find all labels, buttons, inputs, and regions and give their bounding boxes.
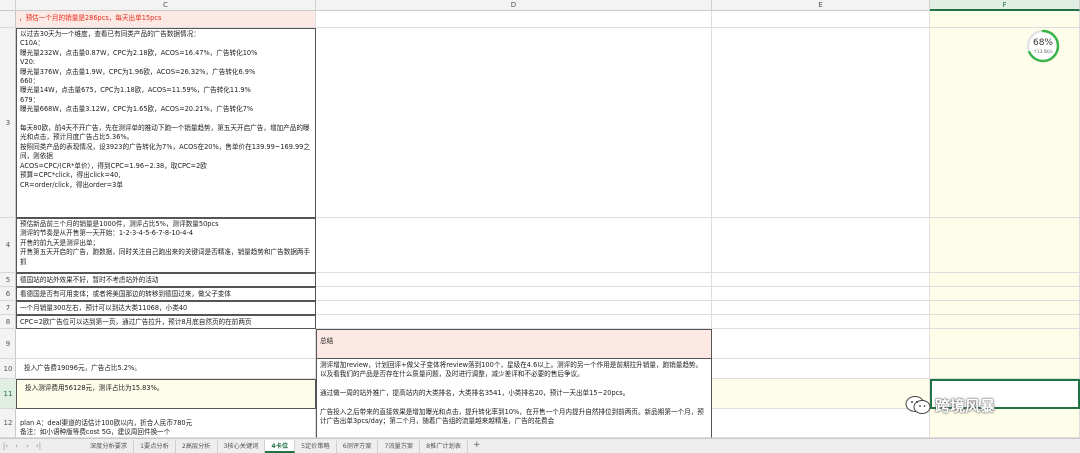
- watermark: 跨境风暴: [905, 393, 995, 417]
- cell-f4[interactable]: [930, 218, 1080, 273]
- cell-d9[interactable]: 总结: [316, 329, 712, 359]
- select-all-corner[interactable]: [0, 0, 16, 11]
- column-header-e[interactable]: E: [712, 0, 930, 11]
- sheet-tab-1[interactable]: 1要点分析: [134, 439, 176, 453]
- prev-sheet-icon[interactable]: ‹: [11, 442, 22, 450]
- cell-d10-text: 测评增加review，计划回评+做父子变体将review落到100个，星级在4.…: [320, 361, 704, 426]
- row-header-2[interactable]: [0, 11, 16, 28]
- cell-d9-text: 总结: [320, 337, 334, 345]
- cell-d6[interactable]: [316, 287, 712, 301]
- wechat-icon: [905, 396, 931, 414]
- cell-c7[interactable]: 一个月销量300左右，预计可以到达大类11068，小类40: [16, 301, 316, 315]
- cell-e5[interactable]: [712, 273, 930, 287]
- cell-c2[interactable]: ，预估一个月的销量是286pcs，每天出单15pcs: [16, 11, 316, 28]
- cell-f7[interactable]: [930, 301, 1080, 315]
- cell-d7[interactable]: [316, 301, 712, 315]
- cell-f5[interactable]: [930, 273, 1080, 287]
- add-sheet-icon[interactable]: +: [468, 440, 486, 453]
- row-header-3[interactable]: 3: [0, 28, 16, 218]
- cell-e4[interactable]: [712, 218, 930, 273]
- cell-e12[interactable]: [712, 409, 930, 438]
- progress-speed: ↑13.5K/s: [1033, 49, 1052, 54]
- cell-f8[interactable]: [930, 315, 1080, 329]
- cell-f2[interactable]: [930, 11, 1080, 28]
- cell-c5-text: 德国站的站外效果不好，暂时不考虑站外的活动: [20, 276, 159, 284]
- column-header-f[interactable]: F: [930, 0, 1080, 11]
- cell-e8[interactable]: [712, 315, 930, 329]
- cell-f10[interactable]: [930, 359, 1080, 379]
- cell-e11[interactable]: [712, 379, 930, 409]
- cell-e10[interactable]: [712, 359, 930, 379]
- cell-c4[interactable]: 预估新品前三个月的销量是1000件，测评占比5%，测评数量50pcs 测评的节奏…: [16, 218, 316, 273]
- cell-e6[interactable]: [712, 287, 930, 301]
- sheet-tab-4-active[interactable]: 4卡位: [265, 439, 296, 453]
- column-header-d[interactable]: D: [316, 0, 712, 11]
- cell-c11-text: 投入测评费用56128元，测评占比为15.83%。: [25, 384, 164, 392]
- sheet-tab-7[interactable]: 7流量方案: [378, 439, 421, 453]
- cell-c11[interactable]: 投入测评费用56128元，测评占比为15.83%。: [16, 379, 316, 409]
- watermark-text: 跨境风暴: [935, 396, 996, 415]
- row-header-9[interactable]: 9: [0, 329, 16, 359]
- cell-e2[interactable]: [712, 11, 930, 28]
- cell-c10[interactable]: 投入广告费19096元，广告占比5.2%。: [16, 359, 316, 379]
- sheet-tab-8[interactable]: 8推广计划表: [420, 439, 468, 453]
- cell-c4-text: 预估新品前三个月的销量是1000件，测评占比5%，测评数量50pcs 测评的节奏…: [20, 220, 311, 266]
- cell-c2-text: ，预估一个月的销量是286pcs，每天出单15pcs: [19, 14, 162, 22]
- cell-d8[interactable]: [316, 315, 712, 329]
- network-speed-widget[interactable]: 68% ↑13.5K/s: [1026, 29, 1060, 63]
- row-header-bar: 3 4 5 6 7 8 9 10 11 12: [0, 11, 16, 438]
- next-sheet-icon[interactable]: ›: [22, 442, 33, 450]
- first-sheet-icon[interactable]: |‹: [0, 442, 11, 450]
- cell-c12-text: plan A：deal渠道的话估计100欧以内，折合人民币780元 备注：如小语…: [20, 419, 193, 437]
- column-header-bar: C D E F: [0, 0, 1080, 11]
- cell-c6[interactable]: 看德国是否有可用变体；或者将美国那边的转移到德国过来，做父子变体: [16, 287, 316, 301]
- spreadsheet-grid: ，预估一个月的销量是286pcs，每天出单15pcs 以过去30天为一个维度，查…: [16, 11, 1080, 438]
- cell-e3[interactable]: [712, 28, 930, 218]
- row-header-10[interactable]: 10: [0, 359, 16, 379]
- cell-f6[interactable]: [930, 287, 1080, 301]
- row-header-6[interactable]: 6: [0, 287, 16, 301]
- cell-c3[interactable]: 以过去30天为一个维度，查看已有同类产品的广告数据情况： C10A： 曝光量23…: [16, 28, 316, 218]
- cell-c12[interactable]: plan A：deal渠道的话估计100欧以内，折合人民币780元 备注：如小语…: [16, 409, 316, 438]
- sheet-tab-5[interactable]: 5定价策略: [295, 439, 337, 453]
- cell-d10[interactable]: 测评增加review，计划回评+做父子变体将review落到100个，星级在4.…: [316, 359, 712, 438]
- sheet-tab-6[interactable]: 6测评方案: [337, 439, 379, 453]
- row-header-11[interactable]: 11: [0, 379, 16, 409]
- cell-c7-text: 一个月销量300左右，预计可以到达大类11068，小类40: [20, 304, 188, 312]
- progress-percent: 68%: [1033, 38, 1053, 48]
- column-header-c[interactable]: C: [16, 0, 316, 11]
- cell-c9[interactable]: [16, 329, 316, 359]
- sheet-tab-3[interactable]: 3核心关键词: [218, 439, 266, 453]
- cell-d4[interactable]: [316, 218, 712, 273]
- cell-c5[interactable]: 德国站的站外效果不好，暂时不考虑站外的活动: [16, 273, 316, 287]
- last-sheet-icon[interactable]: ›|: [33, 442, 44, 450]
- cell-c6-text: 看德国是否有可用变体；或者将美国那边的转移到德国过来，做父子变体: [20, 290, 231, 298]
- cell-e7[interactable]: [712, 301, 930, 315]
- cell-c3-text: 以过去30天为一个维度，查看已有同类产品的广告数据情况： C10A： 曝光量23…: [20, 30, 310, 189]
- sheet-tab-bar: |‹ ‹ › ›| 深度分析要求 1要点分析 2高层分析 3核心关键词 4卡位 …: [0, 438, 1080, 453]
- row-header-7[interactable]: 7: [0, 301, 16, 315]
- sheet-tab-2[interactable]: 2高层分析: [176, 439, 218, 453]
- cell-c10-text: 投入广告费19096元，广告占比5.2%。: [24, 364, 141, 372]
- cell-d5[interactable]: [316, 273, 712, 287]
- cell-c8[interactable]: CPC=2欧广告位可以达到第一页，通过广告拉升，预计8月底自然页的在前两页: [16, 315, 316, 329]
- sheet-tabs: 深度分析要求 1要点分析 2高层分析 3核心关键词 4卡位 5定价策略 6测评方…: [84, 439, 486, 453]
- progress-ring-icon: 68% ↑13.5K/s: [1026, 29, 1060, 63]
- row-header-4[interactable]: 4: [0, 218, 16, 273]
- cell-d2[interactable]: [316, 11, 712, 28]
- row-header-8[interactable]: 8: [0, 315, 16, 329]
- cell-e9[interactable]: [712, 329, 930, 359]
- cell-c8-text: CPC=2欧广告位可以达到第一页，通过广告拉升，预计8月底自然页的在前两页: [20, 318, 252, 326]
- row-header-5[interactable]: 5: [0, 273, 16, 287]
- row-header-12[interactable]: 12: [0, 409, 16, 438]
- sheet-tab-0[interactable]: 深度分析要求: [84, 439, 135, 453]
- cell-d3[interactable]: [316, 28, 712, 218]
- cell-f9[interactable]: [930, 329, 1080, 359]
